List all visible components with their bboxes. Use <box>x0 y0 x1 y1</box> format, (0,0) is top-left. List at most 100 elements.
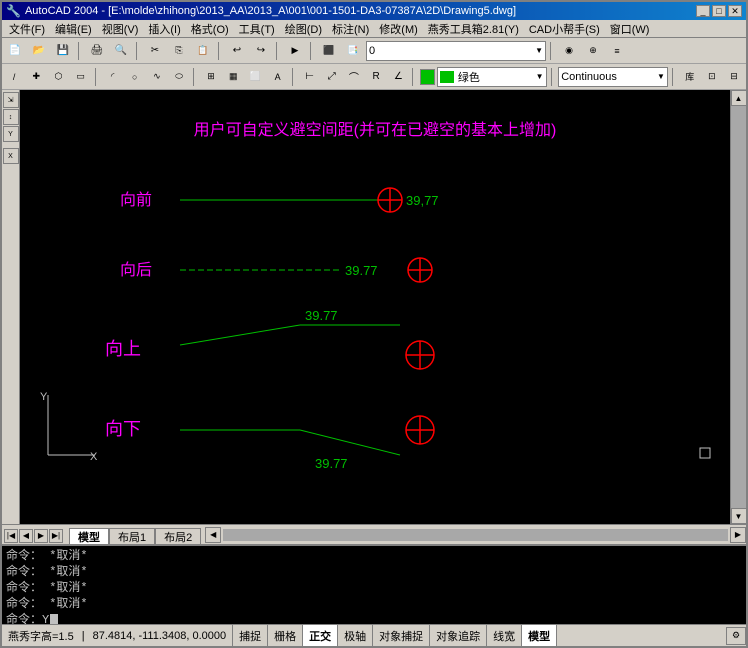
new-icon: 📄 <box>9 45 21 56</box>
dim-angular-button[interactable]: ∠ <box>388 67 408 87</box>
match-prop-button[interactable]: ▶ <box>284 41 306 61</box>
linetype-dropdown[interactable]: Continuous ▼ <box>558 67 668 87</box>
tab-first-button[interactable]: |◀ <box>4 529 18 543</box>
color-dropdown[interactable]: 绿色 ▼ <box>437 67 547 87</box>
tb-btn-c[interactable]: ≡ <box>606 41 628 61</box>
menu-helper[interactable]: CAD小帮手(S) <box>524 20 605 38</box>
dim-arc-button[interactable]: ⌒ <box>344 67 364 87</box>
redo-button[interactable]: ↪ <box>250 41 272 61</box>
draw-hatch-button[interactable]: ▦ <box>223 67 243 87</box>
scroll-left-button[interactable]: ◀ <box>205 527 221 543</box>
new-button[interactable]: 📄 <box>4 41 26 61</box>
polar-button[interactable]: 极轴 <box>338 625 373 646</box>
draw-circle-button[interactable]: ○ <box>125 67 145 87</box>
otrack-button[interactable]: 对象追踪 <box>430 625 487 646</box>
tab-prev-button[interactable]: ◀ <box>19 529 33 543</box>
yanxiu-btn2[interactable]: ⊡ <box>702 67 722 87</box>
menu-edit[interactable]: 编辑(E) <box>50 20 97 38</box>
menu-file[interactable]: 文件(F) <box>4 20 50 38</box>
draw-arc-button[interactable]: ◜ <box>102 67 122 87</box>
drawing-canvas[interactable]: 用户可自定义避空间距(并可在已避空的基本上增加) 向前 39,77 向后 39.… <box>20 90 730 524</box>
status-settings-button[interactable]: ⚙ <box>726 627 746 645</box>
scroll-up-button[interactable]: ▲ <box>731 90 747 106</box>
left-btn-1[interactable]: ⇲ <box>3 92 19 108</box>
menu-dimension[interactable]: 标注(N) <box>327 20 374 38</box>
scroll-right-button[interactable]: ▶ <box>730 527 746 543</box>
dim-linear-button[interactable]: ⊢ <box>299 67 319 87</box>
scroll-down-button[interactable]: ▼ <box>731 508 747 524</box>
yanxiu-btn1[interactable]: 库 <box>680 67 700 87</box>
tab-layout1[interactable]: 布局1 <box>109 528 155 544</box>
open-button[interactable]: 📂 <box>28 41 50 61</box>
maximize-button[interactable]: □ <box>712 5 726 17</box>
draw-block-button[interactable]: ⊞ <box>201 67 221 87</box>
tb-btn-a[interactable]: ◉ <box>558 41 580 61</box>
undo-button[interactable]: ↩ <box>226 41 248 61</box>
gear-icon: ⚙ <box>732 630 740 641</box>
scroll-track-vertical[interactable] <box>731 106 747 508</box>
cmd-line-5: 命令：Y <box>6 612 742 624</box>
left-toolbar: ⇲ ↕ Y X <box>2 90 20 524</box>
preview-button[interactable]: 🔍 <box>110 41 132 61</box>
copy-button[interactable]: ⎘ <box>168 41 190 61</box>
h-scrollbar: ◀ ▶ <box>205 525 746 544</box>
snap-button[interactable]: 捕捉 <box>233 625 268 646</box>
close-button[interactable]: ✕ <box>728 5 742 17</box>
left-btn-2[interactable]: ↕ <box>3 109 19 125</box>
layer-dropdown[interactable]: 0 ▼ <box>366 41 546 61</box>
menu-format[interactable]: 格式(O) <box>186 20 234 38</box>
draw-spline-button[interactable]: ∿ <box>147 67 167 87</box>
tab-last-button[interactable]: ▶| <box>49 529 63 543</box>
draw-rect-button[interactable]: ▭ <box>71 67 91 87</box>
menu-view[interactable]: 视图(V) <box>97 20 144 38</box>
tab-layout2[interactable]: 布局2 <box>155 528 201 544</box>
circle-icon: ○ <box>132 72 137 82</box>
draw-poly-button[interactable]: ⬡ <box>48 67 68 87</box>
cmd-line-4: 命令： *取消* <box>6 596 742 612</box>
draw-region-button[interactable]: ⬜ <box>245 67 265 87</box>
menu-bar: 文件(F) 编辑(E) 视图(V) 插入(I) 格式(O) 工具(T) 绘图(D… <box>2 20 746 38</box>
draw-line-button[interactable]: / <box>4 67 24 87</box>
left-btn-3[interactable]: Y <box>3 126 19 142</box>
draw-xline-button[interactable]: ✚ <box>26 67 46 87</box>
draw-ellipse-button[interactable]: ⬭ <box>169 67 189 87</box>
menu-draw[interactable]: 绘图(D) <box>280 20 327 38</box>
command-area[interactable]: 命令： *取消* 命令： *取消* 命令： *取消* 命令： *取消* 命令：Y <box>2 544 746 624</box>
dim-aligned-button[interactable]: ⤢ <box>322 67 342 87</box>
menu-tools[interactable]: 工具(T) <box>234 20 280 38</box>
arc-icon: ◜ <box>111 71 115 82</box>
scroll-track-horizontal[interactable] <box>223 529 728 541</box>
menu-insert[interactable]: 插入(I) <box>143 20 185 38</box>
draw-text-button[interactable]: A <box>268 67 288 87</box>
menu-modify[interactable]: 修改(M) <box>374 20 423 38</box>
menu-yanxiu[interactable]: 燕秀工具箱2.81(Y) <box>423 20 524 38</box>
osnap-button[interactable]: 对象捕捉 <box>373 625 430 646</box>
dim-radius-button[interactable]: R <box>366 67 386 87</box>
dim-aligned-icon: ⤢ <box>328 71 336 82</box>
paste-button[interactable]: 📋 <box>192 41 214 61</box>
model-button[interactable]: 模型 <box>522 625 557 646</box>
grid-button[interactable]: 栅格 <box>268 625 303 646</box>
yanxiu-btn3[interactable]: ⊟ <box>724 67 744 87</box>
tb-btn-b[interactable]: ⊕ <box>582 41 604 61</box>
layer-state-button[interactable]: ⬛ <box>318 41 340 61</box>
label-forward: 向前 <box>120 191 152 209</box>
cut-button[interactable]: ✂ <box>144 41 166 61</box>
ortho-button[interactable]: 正交 <box>303 625 338 646</box>
separator-3 <box>218 42 222 60</box>
tb-icon-a: ◉ <box>565 45 573 56</box>
tab-model[interactable]: 模型 <box>69 528 109 544</box>
menu-window[interactable]: 窗口(W) <box>605 20 655 38</box>
x-axis-label: X <box>90 451 98 463</box>
save-button[interactable]: 💾 <box>52 41 74 61</box>
color-swatch[interactable] <box>420 69 435 85</box>
layer-manager-button[interactable]: 📑 <box>342 41 364 61</box>
preview-icon: 🔍 <box>115 45 127 56</box>
title-bar-buttons[interactable]: _ □ ✕ <box>696 5 742 17</box>
print-button[interactable]: 🖨 <box>86 41 108 61</box>
lineweight-button[interactable]: 线宽 <box>487 625 522 646</box>
linetype-dropdown-arrow: ▼ <box>657 72 665 81</box>
tab-next-button[interactable]: ▶ <box>34 529 48 543</box>
minimize-button[interactable]: _ <box>696 5 710 17</box>
left-btn-4[interactable]: X <box>3 148 19 164</box>
